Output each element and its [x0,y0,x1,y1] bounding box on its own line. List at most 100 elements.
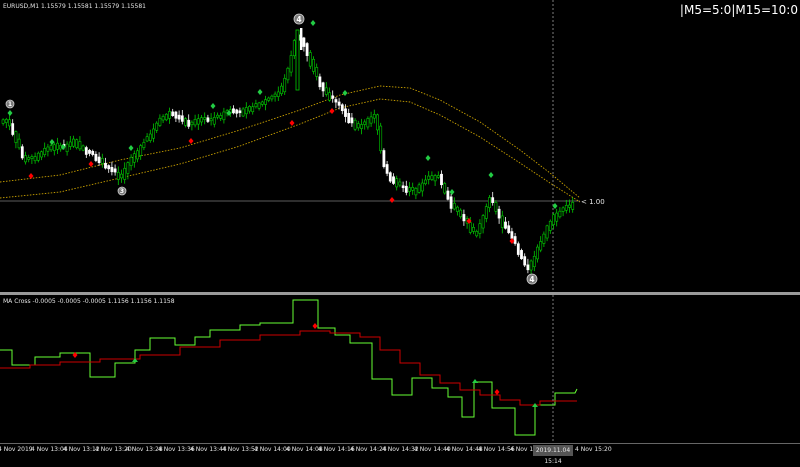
candle-body [244,107,248,115]
candle-body [180,115,184,122]
candle-body [382,150,386,167]
candle-body [408,187,411,192]
sell-arrow-icon [28,173,34,179]
candles [1,32,575,275]
cross-up-arrow-icon [472,379,478,383]
candle-body [241,108,245,117]
candle-body [264,99,267,105]
ma-cross-indicator-pane[interactable]: MA Cross -0.0005 -0.0005 -0.0005 1.1156 … [0,295,800,443]
candle-body [558,210,562,218]
candle-body [468,222,472,233]
candle-body [443,183,447,194]
candle-body [548,220,552,231]
candle-body [209,118,213,122]
candle-body [427,175,431,180]
candle-body [532,255,536,268]
buy-arrow-icon [128,145,134,151]
candle-body [20,146,24,159]
candle-body [523,256,527,266]
chart-window[interactable]: 1 3 4 4 EURUSD,M1 1.15579 1.15581 1.15579 1… [0,0,800,465]
time-axis-label: 4 Nov 15:20 [575,446,612,453]
candle-body [190,121,194,126]
candle-body [420,182,424,192]
candle-body [36,152,40,161]
candle-body [116,171,120,180]
ma-cross-canvas[interactable] [0,295,800,443]
candle-body [449,196,453,209]
ma-band-upper-line [0,85,581,199]
buy-arrow-icon [7,110,13,116]
buy-arrow-icon [488,172,494,178]
candle-body [561,207,565,212]
candle-body [52,144,56,151]
candle-body [369,116,373,124]
candle-body [139,145,143,156]
cross-down-arrow-icon [312,323,318,329]
candle-body [344,108,347,117]
candle-body [321,82,325,92]
candle-body [126,162,130,174]
sell-arrow-icon [389,197,395,203]
buy-arrow-icon [425,155,431,161]
wave-count-label: 1 [8,101,12,108]
candle-body [462,214,466,222]
candle-body [72,138,75,147]
candle-body [164,113,168,121]
candle-body [529,260,533,271]
candle-body [411,186,415,191]
candle-body [481,215,485,229]
candle-body [488,197,491,208]
buy-arrow-icon [210,103,216,109]
candle-body [107,165,111,170]
candle-body [545,225,549,239]
candle-body [276,91,280,97]
candle-body [292,40,296,57]
candle-body [171,111,175,116]
candle-body [11,123,15,135]
sell-arrow-icon [88,161,94,167]
candle-body [212,117,216,125]
candle-body [43,148,47,156]
candle-body [235,109,239,114]
candle-body [113,168,117,173]
price-chart-canvas[interactable]: 1 3 4 4 [0,0,800,292]
candle-body [184,118,187,126]
candle-body [520,250,523,260]
candle-body [417,184,421,193]
candle-body [424,179,427,185]
candle-body [331,95,335,99]
candle-body [334,99,338,103]
candle-body [203,117,207,120]
candle-body [219,115,223,119]
candle-body [155,122,159,131]
candle-body [433,175,437,182]
candle-body [404,185,408,193]
candle-body [542,233,546,244]
candle-body [254,103,258,108]
candle-body [340,104,344,112]
candle-body [337,101,341,106]
candle-body [516,243,520,255]
candle-body [142,142,146,148]
cross-down-arrow-icon [494,389,500,395]
candle-body [347,113,351,124]
candle-body [459,209,463,218]
price-chart-pane[interactable]: 1 3 4 4 EURUSD,M1 1.15579 1.15581 1.15579 1… [0,0,800,292]
candle-body [478,223,482,234]
candle-body [123,167,127,180]
candle-body [46,146,50,152]
candle-body [257,102,261,109]
candle-body [75,139,79,148]
candle-body [539,241,543,251]
candle-body [222,111,226,121]
candle-body [363,121,367,125]
spike-candle [300,28,303,50]
mtf-status-text: |M5=5:0|M15=10:0 [679,3,798,17]
candle-body [65,143,69,153]
candle-body [78,141,82,150]
candle-body [305,43,309,56]
candle-body [513,236,517,244]
candle-body [270,95,274,100]
candle-body [174,111,178,119]
time-axis[interactable]: 4 Nov 2019 4 Nov 13:04 4 Nov 13:12 4 Nov 13… [0,443,800,465]
